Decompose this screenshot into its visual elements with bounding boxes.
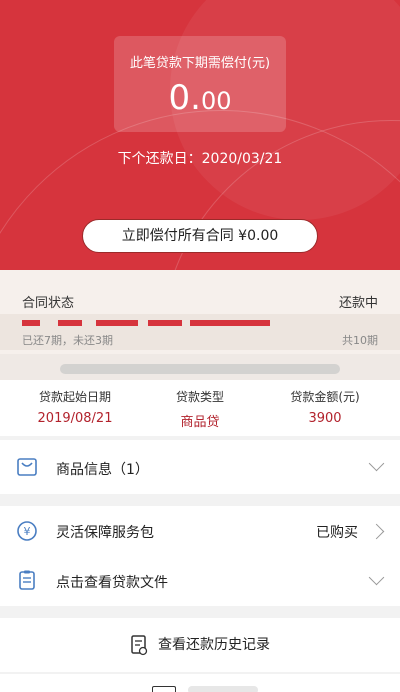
repayment-history-row[interactable]: 查看还款历史记录 — [0, 618, 400, 672]
chevron-down-icon — [368, 569, 385, 586]
repayment-history-label: 查看还款历史记录 — [158, 637, 270, 653]
next-payment-amount: 0.00 — [114, 78, 286, 118]
amount-decimal: 00 — [200, 87, 232, 115]
loan-amount-column: 贷款金额(元) 3900 — [260, 388, 390, 426]
repayment-history-link[interactable]: 查看还款历史记录 — [0, 634, 400, 656]
amount-integer: 0. — [168, 78, 201, 118]
loan-type-column: 贷款类型 商品贷 — [135, 388, 265, 430]
loan-amount-value: 3900 — [308, 411, 342, 426]
total-periods-text: 共10期 — [342, 334, 378, 347]
next-payment-title: 此笔贷款下期需偿付(元) — [129, 56, 271, 71]
chevron-down-icon — [368, 455, 385, 472]
loan-start-label: 贷款起始日期 — [38, 390, 111, 404]
loan-type-value: 商品贷 — [180, 415, 220, 430]
loan-docs-label: 点击查看贷款文件 — [56, 575, 168, 591]
progress-stripe — [58, 320, 82, 326]
repayment-hero: 此笔贷款下期需偿付(元) 0.00 下个还款日：2020/03/21 立即偿付所… — [0, 0, 400, 270]
progress-stripe — [190, 320, 270, 326]
chevron-right-icon — [368, 523, 385, 540]
partial-label — [188, 686, 258, 692]
goods-info-row[interactable]: 商品信息（1） — [0, 440, 400, 494]
loan-docs-row[interactable]: 点击查看贷款文件 — [0, 556, 400, 606]
paid-periods-text: 已还7期，未还3期 — [22, 334, 113, 347]
next-payment-box: 此笔贷款下期需偿付(元) 0.00 — [114, 36, 286, 132]
partial-bottom-row — [0, 674, 400, 692]
goods-info-label: 商品信息（1） — [56, 462, 149, 478]
shield-yen-icon: ¥ — [17, 521, 37, 541]
service-pack-status: 已购买 — [316, 525, 358, 541]
loan-type-label: 贷款类型 — [175, 390, 224, 404]
clipboard-icon — [19, 570, 35, 590]
receipt-icon — [131, 635, 148, 656]
loan-info-panel: 贷款起始日期 2019/08/21 贷款类型 商品贷 贷款金额(元) 3900 — [0, 380, 400, 436]
pay-all-contracts-button[interactable]: 立即偿付所有合同 ¥0.00 — [82, 219, 318, 253]
contract-status-value: 还款中 — [338, 296, 378, 311]
svg-text:¥: ¥ — [24, 525, 31, 538]
loan-start-column: 贷款起始日期 2019/08/21 — [10, 388, 140, 426]
progress-stripe — [96, 320, 138, 326]
next-due-date: 下个还款日：2020/03/21 — [117, 151, 283, 167]
contract-status-label: 合同状态 — [22, 296, 75, 311]
service-pack-label: 灵活保障服务包 — [56, 525, 154, 541]
progress-stripe — [148, 320, 182, 326]
loan-amount-label: 贷款金额(元) — [290, 390, 360, 404]
progress-stripe — [22, 320, 40, 326]
service-pack-row[interactable]: ¥ 灵活保障服务包 已购买 — [0, 506, 400, 556]
loan-start-value: 2019/08/21 — [37, 411, 113, 426]
shopping-bag-icon — [17, 458, 37, 476]
partial-icon — [152, 686, 176, 692]
loan-detail-page: 此笔贷款下期需偿付(元) 0.00 下个还款日：2020/03/21 立即偿付所… — [0, 0, 400, 692]
